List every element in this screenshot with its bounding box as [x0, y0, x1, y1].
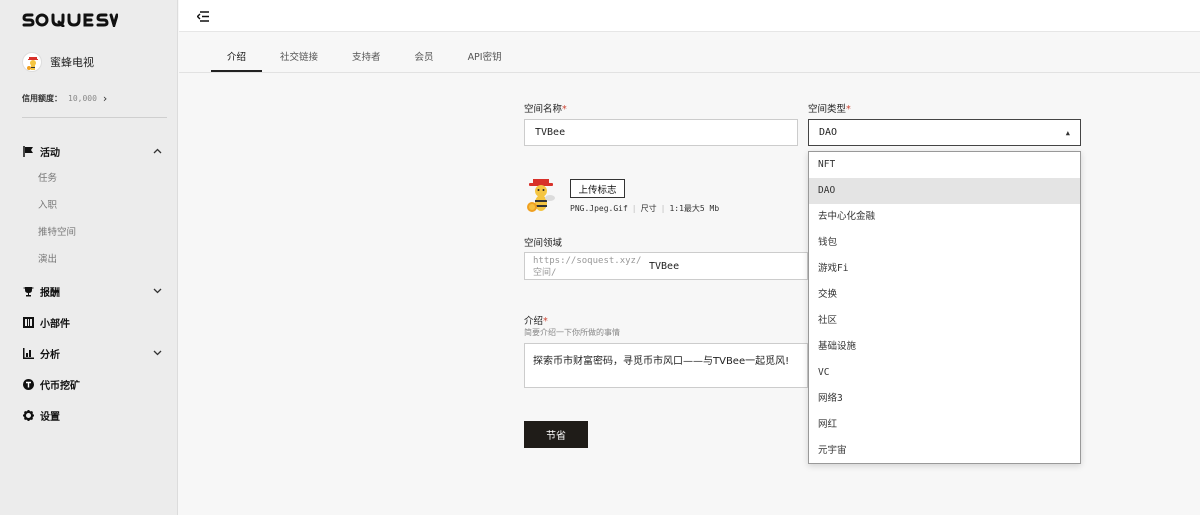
gear-icon: [22, 409, 34, 421]
widgets-icon: [22, 316, 34, 328]
chevron-down-icon: [153, 348, 162, 359]
space-name-label: 空间名称*: [524, 104, 567, 115]
flag-icon: [22, 145, 34, 157]
dropdown-option-infrastructure[interactable]: 基础设施: [809, 334, 1080, 360]
top-bar: [179, 0, 1200, 32]
domain-prefix: https://soquest.xyz/ 空间/: [533, 256, 642, 278]
sidebar-subitem-onboarding[interactable]: 入职: [22, 192, 162, 219]
sidebar-item-label: 活动: [40, 147, 60, 159]
sidebar-divider: [22, 117, 167, 118]
sidebar-subitem-tasks[interactable]: 任务: [22, 165, 162, 192]
sidebar-item-widgets[interactable]: 小部件: [22, 312, 162, 332]
token-icon: [22, 378, 34, 390]
tab-bar: 介绍 社交链接 支持者 会员 API密钥: [211, 43, 520, 73]
intro-textarea[interactable]: 探索币市财富密码，寻觅币市风口——与TVBee一起觅风!: [524, 343, 808, 388]
tab-social-links[interactable]: 社交链接: [264, 43, 334, 72]
sidebar-item-analytics[interactable]: 分析: [22, 343, 162, 363]
chevron-right-icon: ›: [102, 92, 108, 105]
dropdown-option-community[interactable]: 社区: [809, 308, 1080, 334]
sidebar: 蜜蜂电视 信用额度： 10,000 › 活动 任务 入职 推特空间 演出 报酬: [0, 0, 178, 515]
dropdown-option-exchange[interactable]: 交换: [809, 282, 1080, 308]
sidebar-nav: 活动 任务 入职 推特空间 演出 报酬 小部件 分析 代币挖矿 设置: [22, 141, 162, 425]
dropdown-option-nft[interactable]: NFT: [809, 152, 1080, 178]
sidebar-item-activity[interactable]: 活动: [22, 141, 162, 161]
app-logo[interactable]: [22, 11, 119, 31]
bee-logo-icon: [527, 179, 555, 212]
sidebar-item-rewards[interactable]: 报酬: [22, 281, 162, 301]
caret-up-icon: ▲: [1065, 128, 1070, 137]
dropdown-option-defi[interactable]: 去中心化金融: [809, 204, 1080, 230]
sidebar-item-token-mining[interactable]: 代币挖矿: [22, 374, 162, 394]
sidebar-subitem-twitter-spaces[interactable]: 推特空间: [22, 219, 162, 246]
tab-supporters[interactable]: 支持者: [336, 43, 397, 72]
chevron-up-icon: [153, 146, 162, 157]
bee-avatar-icon: [27, 57, 38, 70]
space-type-dropdown: NFT DAO 去中心化金融 钱包 游戏Fi 交换 社区 基础设施 VC 网络3…: [808, 151, 1081, 464]
tabs-divider: [179, 72, 1200, 73]
sidebar-subitem-shows[interactable]: 演出: [22, 246, 162, 273]
sidebar-item-settings[interactable]: 设置: [22, 405, 162, 425]
upload-hint: PNG.Jpeg.Gif | 尺寸 | 1:1最大5 Mb: [570, 204, 720, 213]
space-type-label: 空间类型*: [808, 104, 851, 115]
dropdown-option-influencer[interactable]: 网红: [809, 412, 1080, 438]
trophy-icon: [22, 285, 34, 297]
tab-intro[interactable]: 介绍: [211, 43, 263, 72]
space-domain-label: 空间领域: [524, 238, 563, 249]
save-button[interactable]: 节省: [524, 421, 588, 448]
user-name: 蜜蜂电视: [50, 56, 94, 69]
dropdown-option-vc[interactable]: VC: [809, 360, 1080, 386]
dropdown-option-metaverse[interactable]: 元宇宙: [809, 438, 1080, 464]
space-domain-input[interactable]: https://soquest.xyz/ 空间/ TVBee: [524, 252, 808, 280]
space-type-select[interactable]: DAO ▲: [808, 119, 1081, 146]
user-profile[interactable]: 蜜蜂电视: [22, 52, 94, 72]
dropdown-option-gamefi[interactable]: 游戏Fi: [809, 256, 1080, 282]
collapse-sidebar-icon[interactable]: [196, 9, 210, 23]
sidebar-item-label: 代币挖矿: [40, 380, 80, 392]
soquest-logo-icon: [22, 13, 119, 31]
space-name-value: TVBee: [535, 127, 566, 138]
tab-api-keys[interactable]: API密钥: [452, 43, 518, 72]
intro-hint: 简要介绍一下你所做的事情: [524, 328, 620, 337]
credit-label: 信用额度：: [22, 94, 62, 103]
sidebar-item-label: 报酬: [40, 287, 60, 299]
upload-logo-button[interactable]: 上传标志: [570, 179, 625, 198]
dropdown-option-dao[interactable]: DAO: [809, 178, 1080, 204]
intro-label: 介绍*: [524, 316, 548, 327]
sidebar-item-label: 分析: [40, 349, 60, 361]
dropdown-option-web3[interactable]: 网络3: [809, 386, 1080, 412]
space-logo-avatar: [524, 176, 558, 216]
space-type-value: DAO: [819, 127, 838, 138]
avatar: [22, 52, 42, 72]
credit-value: 10,000: [68, 94, 97, 103]
chevron-down-icon: [153, 286, 162, 297]
space-name-input[interactable]: TVBee: [524, 119, 798, 146]
domain-value: TVBee: [649, 261, 680, 272]
sidebar-item-label: 设置: [40, 411, 60, 423]
sidebar-item-label: 小部件: [40, 318, 70, 330]
dropdown-option-wallet[interactable]: 钱包: [809, 230, 1080, 256]
bar-chart-icon: [22, 347, 34, 359]
credit-row[interactable]: 信用额度： 10,000 ›: [22, 92, 107, 105]
tab-members[interactable]: 会员: [399, 43, 450, 72]
